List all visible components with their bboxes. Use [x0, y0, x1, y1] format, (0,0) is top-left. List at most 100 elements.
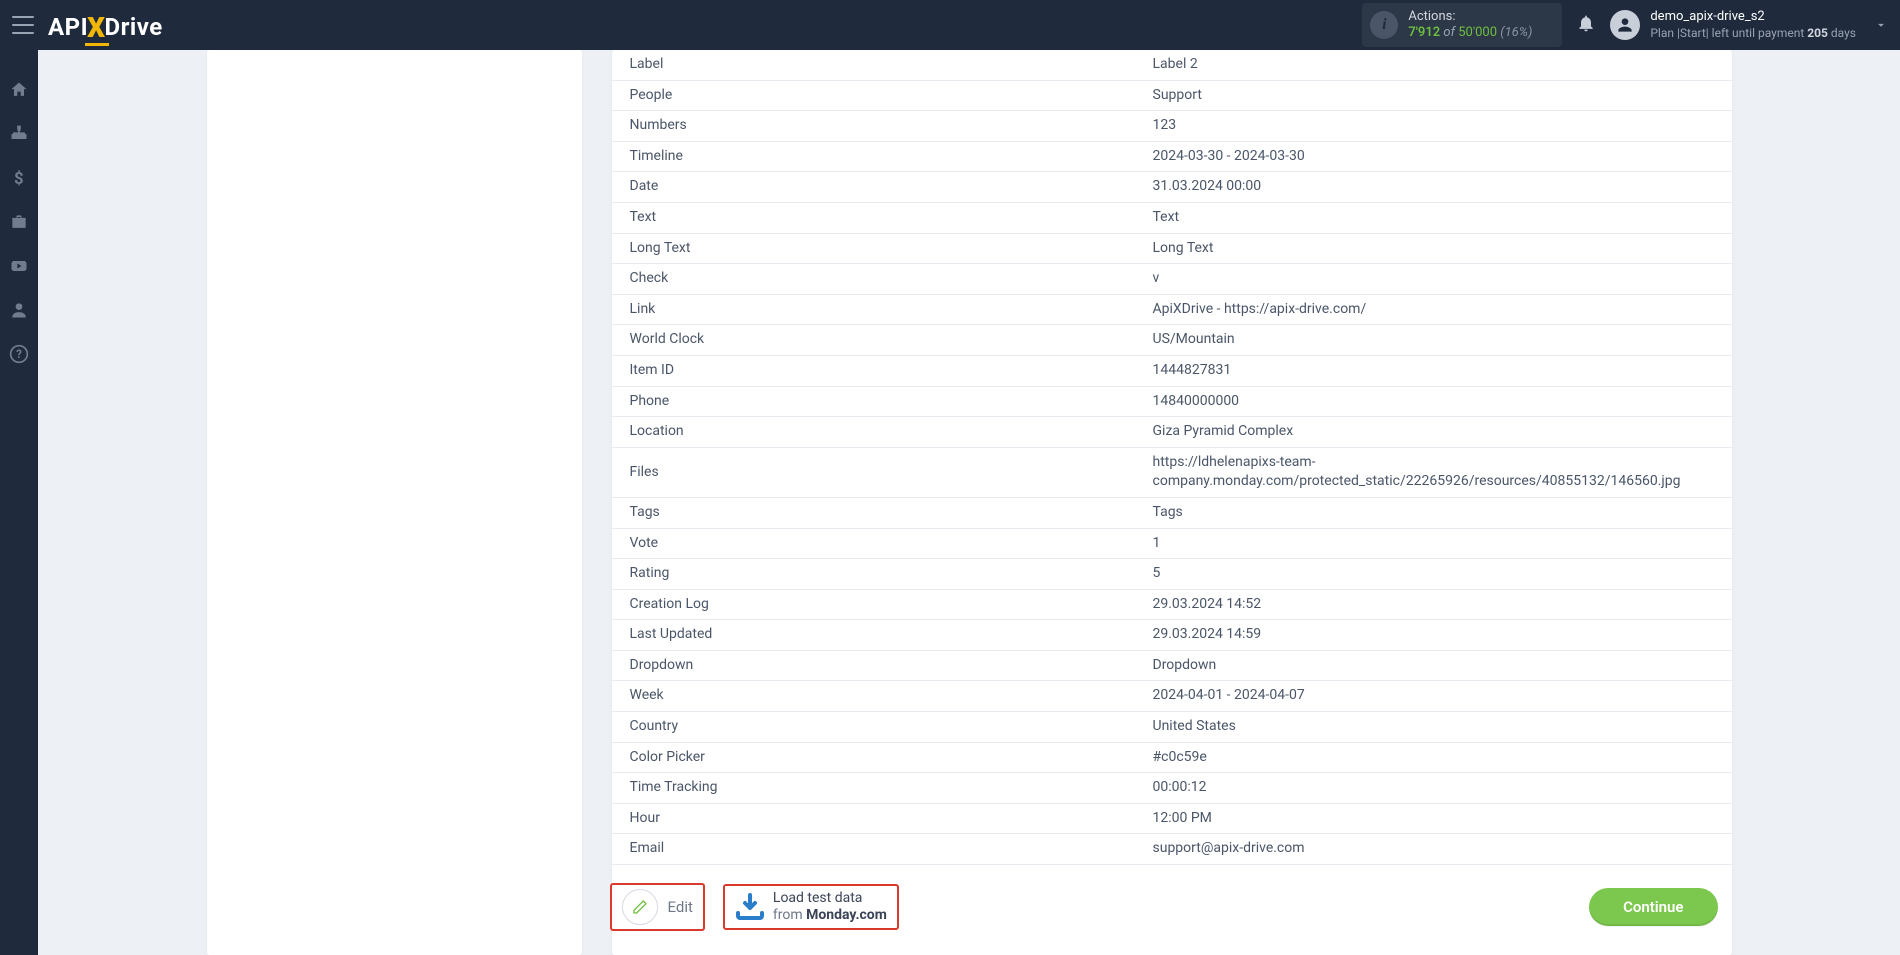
field-label: Item ID	[612, 355, 1137, 386]
table-row: Checkv	[612, 264, 1732, 295]
field-value: 29.03.2024 14:59	[1137, 620, 1732, 651]
field-value: Giza Pyramid Complex	[1137, 417, 1732, 448]
field-value: 1444827831	[1137, 355, 1732, 386]
field-value: Long Text	[1137, 233, 1732, 264]
field-label: Color Picker	[612, 742, 1137, 773]
field-value: https://ldhelenapixs-team-company.monday…	[1137, 447, 1732, 497]
table-row: DropdownDropdown	[612, 650, 1732, 681]
username: demo_apix-drive_s2	[1650, 9, 1856, 25]
continue-button[interactable]: Continue	[1589, 888, 1717, 926]
user-icon[interactable]	[9, 300, 29, 320]
field-value: 123	[1137, 111, 1732, 142]
home-icon[interactable]	[9, 80, 29, 100]
svg-text:$: $	[14, 170, 24, 188]
table-row: Creation Log29.03.2024 14:52	[612, 589, 1732, 620]
field-label: Long Text	[612, 233, 1137, 264]
youtube-icon[interactable]	[9, 256, 29, 276]
actions-counter[interactable]: i Actions: 7'912 of 50'000 (16%)	[1362, 3, 1562, 48]
field-label: Link	[612, 294, 1137, 325]
actions-label: Actions:	[1408, 9, 1532, 25]
field-value: 31.03.2024 00:00	[1137, 172, 1732, 203]
left-panel	[207, 50, 582, 955]
field-value: v	[1137, 264, 1732, 295]
logo-text-drive: Drive	[105, 13, 163, 41]
logo-text-x: X	[87, 11, 105, 44]
table-row: World ClockUS/Mountain	[612, 325, 1732, 356]
data-table: LabelLabel 2PeopleSupportNumbers123Timel…	[612, 50, 1732, 865]
notifications-icon[interactable]	[1576, 13, 1596, 37]
field-value: 5	[1137, 559, 1732, 590]
actions-used: 7'912	[1408, 25, 1440, 40]
briefcase-icon[interactable]	[9, 212, 29, 232]
table-row: Item ID1444827831	[612, 355, 1732, 386]
field-label: Dropdown	[612, 650, 1137, 681]
table-row: Numbers123	[612, 111, 1732, 142]
field-value: #c0c59e	[1137, 742, 1732, 773]
table-row: Last Updated29.03.2024 14:59	[612, 620, 1732, 651]
field-value: Dropdown	[1137, 650, 1732, 681]
field-label: Hour	[612, 803, 1137, 834]
download-icon	[735, 893, 765, 921]
edit-label: Edit	[668, 898, 693, 916]
edit-button[interactable]	[622, 889, 658, 925]
sitemap-icon[interactable]	[9, 124, 29, 144]
load-line2: from Monday.com	[773, 907, 887, 924]
load-test-data-button[interactable]: Load test data from Monday.com	[735, 890, 887, 924]
field-value: Support	[1137, 80, 1732, 111]
table-row: LabelLabel 2	[612, 50, 1732, 80]
field-label: Time Tracking	[612, 773, 1137, 804]
left-sidebar: $ ?	[0, 50, 38, 955]
field-label: Email	[612, 834, 1137, 865]
field-value: 2024-03-30 - 2024-03-30	[1137, 141, 1732, 172]
edit-button-highlight: Edit	[610, 883, 705, 931]
field-label: People	[612, 80, 1137, 111]
logo[interactable]: API X Drive	[48, 9, 163, 42]
actions-of: of	[1443, 25, 1455, 40]
field-label: Phone	[612, 386, 1137, 417]
field-label: Text	[612, 202, 1137, 233]
field-label: Creation Log	[612, 589, 1137, 620]
help-icon[interactable]: ?	[9, 344, 29, 364]
field-value: Label 2	[1137, 50, 1732, 80]
field-value: 29.03.2024 14:52	[1137, 589, 1732, 620]
actions-pct: (16%)	[1500, 25, 1532, 40]
table-row: Hour12:00 PM	[612, 803, 1732, 834]
table-row: Phone14840000000	[612, 386, 1732, 417]
actions-total: 50'000	[1458, 25, 1497, 40]
field-label: Last Updated	[612, 620, 1137, 651]
user-menu[interactable]: demo_apix-drive_s2 Plan |Start| left unt…	[1610, 9, 1888, 40]
field-value: United States	[1137, 712, 1732, 743]
table-row: Long TextLong Text	[612, 233, 1732, 264]
field-label: Location	[612, 417, 1137, 448]
table-row: LocationGiza Pyramid Complex	[612, 417, 1732, 448]
main-panel: LabelLabel 2PeopleSupportNumbers123Timel…	[612, 50, 1732, 955]
load-test-data-highlight: Load test data from Monday.com	[723, 884, 899, 930]
table-row: PeopleSupport	[612, 80, 1732, 111]
table-row: TextText	[612, 202, 1732, 233]
field-value: 1	[1137, 528, 1732, 559]
field-label: Date	[612, 172, 1137, 203]
field-value: 12:00 PM	[1137, 803, 1732, 834]
field-label: Rating	[612, 559, 1137, 590]
menu-toggle-icon[interactable]	[12, 16, 34, 34]
table-row: Time Tracking00:00:12	[612, 773, 1732, 804]
table-row: Week2024-04-01 - 2024-04-07	[612, 681, 1732, 712]
field-value: 2024-04-01 - 2024-04-07	[1137, 681, 1732, 712]
field-label: Files	[612, 447, 1137, 497]
page-content: LabelLabel 2PeopleSupportNumbers123Timel…	[38, 50, 1900, 955]
table-row: TagsTags	[612, 497, 1732, 528]
dollar-icon[interactable]: $	[9, 168, 29, 188]
table-row: Fileshttps://ldhelenapixs-team-company.m…	[612, 447, 1732, 497]
field-value: 14840000000	[1137, 386, 1732, 417]
field-label: Check	[612, 264, 1137, 295]
field-label: Vote	[612, 528, 1137, 559]
field-label: Numbers	[612, 111, 1137, 142]
field-value: US/Mountain	[1137, 325, 1732, 356]
logo-text-api: API	[48, 13, 88, 41]
table-row: Vote1	[612, 528, 1732, 559]
table-row: Timeline2024-03-30 - 2024-03-30	[612, 141, 1732, 172]
top-bar: API X Drive i Actions: 7'912 of 50'000 (…	[0, 0, 1900, 50]
field-value: Tags	[1137, 497, 1732, 528]
table-row: Date31.03.2024 00:00	[612, 172, 1732, 203]
plan-info: Plan |Start| left until payment 205 days	[1650, 26, 1856, 41]
